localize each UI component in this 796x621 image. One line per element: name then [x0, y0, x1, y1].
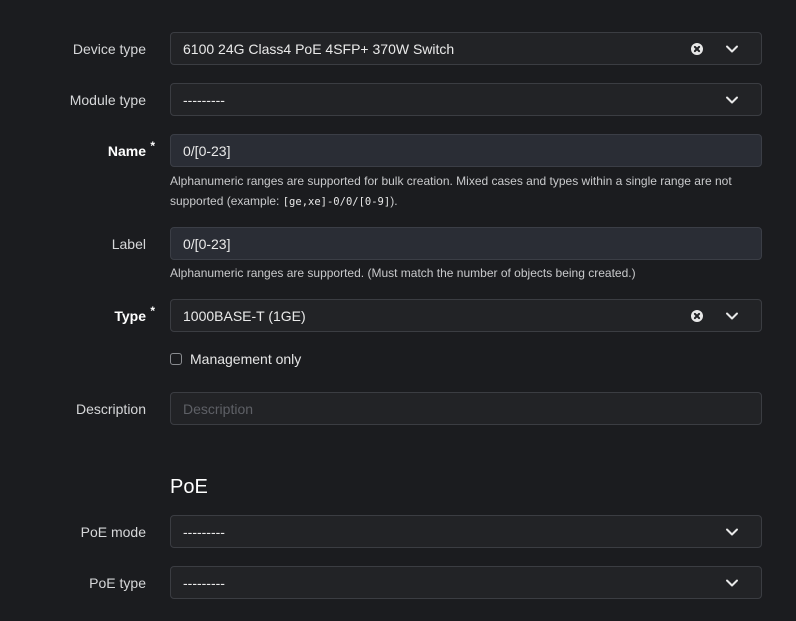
name-label: Name * — [107, 139, 155, 159]
required-marker: * — [150, 139, 155, 153]
label-value: 0/[0-23] — [183, 235, 231, 252]
chevron-down-icon[interactable] — [725, 311, 739, 321]
description-label: Description — [75, 401, 146, 417]
label-input[interactable]: 0/[0-23] — [170, 227, 762, 260]
description-placeholder: Description — [183, 400, 254, 417]
interface-form: Device type 6100 24G Class4 PoE 4SFP+ 37… — [0, 0, 796, 621]
chevron-down-icon[interactable] — [725, 578, 739, 588]
name-value: 0/[0-23] — [183, 142, 231, 159]
name-help-part1: Alphanumeric ranges are supported for bu… — [170, 174, 732, 208]
poe-type-label: PoE type — [89, 575, 146, 591]
clear-icon[interactable] — [691, 43, 703, 55]
module-type-select[interactable]: --------- — [170, 83, 762, 116]
device-type-select[interactable]: 6100 24G Class4 PoE 4SFP+ 370W Switch — [170, 32, 762, 65]
name-help-text: Alphanumeric ranges are supported for bu… — [170, 171, 760, 212]
required-marker: * — [150, 304, 155, 318]
chevron-down-icon[interactable] — [725, 44, 739, 54]
label-help-text: Alphanumeric ranges are supported. (Must… — [170, 266, 636, 280]
poe-section-title: PoE — [170, 476, 208, 498]
poe-type-select[interactable]: --------- — [170, 566, 762, 599]
poe-mode-label: PoE mode — [80, 524, 146, 540]
poe-mode-select[interactable]: --------- — [170, 515, 762, 548]
chevron-down-icon[interactable] — [725, 527, 739, 537]
management-only-label: Management only — [190, 351, 302, 367]
type-label: Type * — [114, 304, 155, 324]
module-type-value: --------- — [183, 91, 225, 108]
management-only-option[interactable]: Management only — [170, 351, 301, 367]
device-type-label: Device type — [72, 41, 146, 57]
type-value: 1000BASE-T (1GE) — [183, 307, 306, 324]
label-field-label: Label — [111, 236, 146, 252]
name-help-part2: ). — [390, 194, 398, 208]
clear-icon[interactable] — [691, 310, 703, 322]
poe-mode-value: --------- — [183, 523, 225, 540]
description-input[interactable]: Description — [170, 392, 762, 425]
name-help-example: [ge,xe]-0/0/[0-9] — [282, 196, 391, 208]
name-input[interactable]: 0/[0-23] — [170, 134, 762, 167]
type-label-text: Type — [114, 308, 146, 324]
device-type-value: 6100 24G Class4 PoE 4SFP+ 370W Switch — [183, 40, 455, 57]
poe-type-value: --------- — [183, 574, 225, 591]
chevron-down-icon[interactable] — [725, 95, 739, 105]
name-label-text: Name — [107, 143, 146, 159]
type-select[interactable]: 1000BASE-T (1GE) — [170, 299, 762, 332]
management-only-checkbox[interactable] — [170, 353, 182, 365]
module-type-label: Module type — [69, 92, 146, 108]
